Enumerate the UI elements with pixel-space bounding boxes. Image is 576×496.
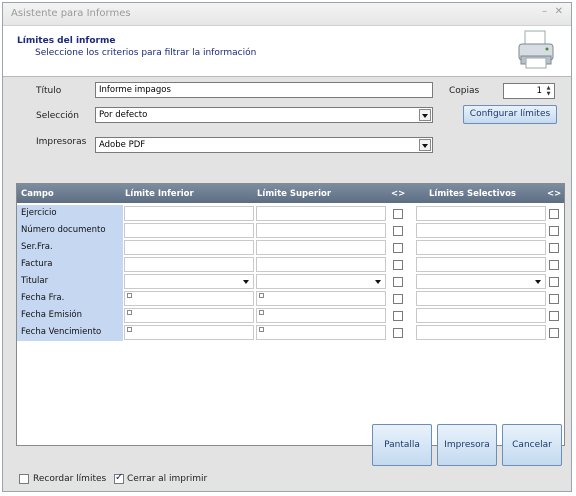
cerrar-al-imprimir-checkbox[interactable] (114, 472, 124, 484)
calendar-icon[interactable] (127, 327, 132, 332)
negate-checkbox[interactable] (393, 311, 403, 321)
grid-row-label: Ser.Fra. (17, 239, 123, 256)
negate-selective-checkbox[interactable] (549, 243, 559, 253)
minimize-icon[interactable]: – (542, 6, 547, 17)
negate-selective-checkbox[interactable] (549, 328, 559, 338)
negate-selective-checkbox[interactable] (549, 277, 559, 287)
limites-selectivos-cell[interactable] (416, 291, 546, 306)
limites-selectivos-cell[interactable] (416, 325, 546, 340)
chevron-down-icon[interactable] (419, 109, 431, 121)
limites-selectivos-cell[interactable] (416, 223, 546, 238)
negate-checkbox[interactable] (393, 243, 403, 253)
negate-checkbox[interactable] (393, 277, 403, 287)
limite-superior-cell[interactable] (256, 325, 386, 340)
negate-selective-checkbox[interactable] (549, 311, 559, 321)
col-negate-2: <> (547, 189, 562, 199)
limites-selectivos-cell[interactable] (416, 308, 546, 323)
configurar-limites-button[interactable]: Configurar límites (463, 105, 557, 124)
dialog-header: Límites del informe Seleccione los crite… (3, 26, 571, 77)
chevron-down-icon[interactable] (375, 280, 381, 284)
limites-selectivos-cell[interactable] (416, 274, 546, 289)
seleccion-label: Selección (36, 111, 79, 121)
limite-superior-cell[interactable] (256, 291, 386, 306)
limite-inferior-cell[interactable] (124, 308, 254, 323)
limite-inferior-cell[interactable] (124, 325, 254, 340)
limites-selectivos-cell[interactable] (416, 257, 546, 272)
negate-checkbox[interactable] (393, 328, 403, 338)
limites-selectivos-cell[interactable] (416, 240, 546, 255)
limite-inferior-cell[interactable] (124, 274, 254, 289)
limite-inferior-cell[interactable] (124, 223, 254, 238)
printer-icon (518, 30, 554, 69)
limite-inferior-cell[interactable] (124, 291, 254, 306)
limite-superior-cell[interactable] (256, 257, 386, 272)
titulo-input[interactable]: Informe impagos (95, 82, 433, 98)
grid-row-label: Número documento (17, 222, 123, 239)
chevron-down-icon[interactable] (243, 280, 249, 284)
limite-inferior-cell[interactable] (124, 240, 254, 255)
calendar-icon[interactable] (259, 310, 264, 315)
calendar-icon[interactable] (127, 293, 132, 298)
close-icon[interactable]: ✕ (555, 6, 563, 17)
calendar-icon[interactable] (127, 310, 132, 315)
negate-checkbox[interactable] (393, 209, 403, 219)
chevron-down-icon[interactable] (535, 280, 541, 284)
limite-superior-cell[interactable] (256, 223, 386, 238)
grid-row-label: Fecha Fra. (17, 290, 123, 307)
limite-superior-cell[interactable] (256, 206, 386, 221)
col-negate-1: <> (391, 189, 406, 199)
report-wizard-window: Asistente para Informes – ✕ Límites del … (2, 2, 572, 492)
negate-selective-checkbox[interactable] (549, 226, 559, 236)
calendar-icon[interactable] (259, 293, 264, 298)
title-bar: Asistente para Informes – ✕ (3, 3, 571, 26)
pantalla-button[interactable]: Pantalla (372, 424, 432, 466)
negate-selective-checkbox[interactable] (549, 294, 559, 304)
impresoras-select[interactable]: Adobe PDF (95, 137, 433, 153)
header-title: Límites del informe (17, 36, 116, 46)
chevron-down-icon[interactable] (419, 139, 431, 151)
cancelar-button[interactable]: Cancelar (502, 424, 562, 466)
negate-selective-checkbox[interactable] (549, 209, 559, 219)
copias-value: 1 (536, 86, 542, 96)
header-subtitle: Seleccione los criterios para filtrar la… (35, 48, 257, 58)
limites-selectivos-cell[interactable] (416, 206, 546, 221)
seleccion-value: Por defecto (99, 110, 148, 120)
impresora-button[interactable]: Impresora (437, 424, 497, 466)
window-title: Asistente para Informes (11, 8, 131, 19)
grid-row-label: Factura (17, 256, 123, 273)
grid-row-label: Fecha Emisión (17, 307, 123, 324)
grid-row-label: Titular (17, 273, 123, 290)
limite-inferior-cell[interactable] (124, 257, 254, 272)
limite-inferior-cell[interactable] (124, 206, 254, 221)
col-campo: Campo (21, 189, 54, 199)
negate-checkbox[interactable] (393, 226, 403, 236)
col-limite-inferior: Límite Inferior (125, 189, 194, 199)
calendar-icon[interactable] (259, 327, 264, 332)
col-limites-selectivos: Límites Selectivos (429, 189, 516, 199)
negate-selective-checkbox[interactable] (549, 260, 559, 270)
spin-arrows-icon[interactable]: ▲ ▼ (545, 85, 552, 97)
limite-superior-cell[interactable] (256, 240, 386, 255)
negate-checkbox[interactable] (393, 260, 403, 270)
limite-superior-cell[interactable] (256, 274, 386, 289)
cerrar-al-imprimir-label: Cerrar al imprimir (127, 474, 208, 484)
grid-row-label: Fecha Vencimiento (17, 324, 123, 341)
copias-stepper[interactable]: 1 ▲ ▼ (503, 83, 555, 99)
recordar-limites-label: Recordar límites (33, 474, 107, 484)
limits-grid: Campo Límite Inferior Límite Superior <>… (16, 183, 565, 446)
impresoras-label: Impresoras (36, 137, 87, 147)
grid-header: Campo Límite Inferior Límite Superior <>… (17, 184, 564, 203)
recordar-limites-checkbox[interactable] (19, 474, 29, 484)
negate-checkbox[interactable] (393, 294, 403, 304)
titulo-label: Título (36, 86, 62, 96)
seleccion-select[interactable]: Por defecto (95, 107, 433, 123)
copias-label: Copias (449, 86, 480, 96)
limite-superior-cell[interactable] (256, 308, 386, 323)
col-limite-superior: Límite Superior (257, 189, 332, 199)
impresoras-value: Adobe PDF (99, 140, 146, 150)
grid-row-label: Ejercicio (17, 205, 123, 222)
